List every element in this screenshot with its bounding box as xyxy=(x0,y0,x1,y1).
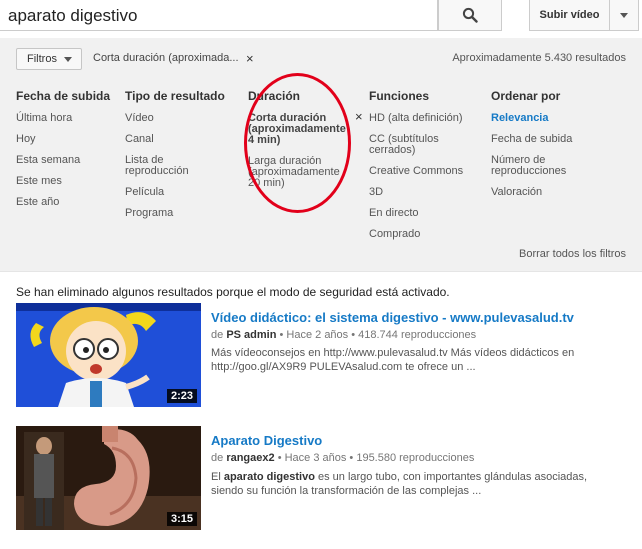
video-description: El aparato digestivo es un largo tubo, c… xyxy=(211,470,621,498)
filter-option[interactable]: Valoración xyxy=(491,187,611,198)
view-count: 195.580 reproducciones xyxy=(356,452,475,464)
description-line: http://goo.gl/AX9R9 PULEVAsalud.com te o… xyxy=(211,361,476,373)
clear-all-filters-link[interactable]: Borrar todos los filtros xyxy=(519,248,626,260)
safety-notice: Se han eliminado algunos resultados porq… xyxy=(16,285,450,299)
filter-option[interactable]: Este año xyxy=(16,197,121,208)
filter-column-title: Ordenar por xyxy=(491,89,561,103)
upload-menu-button[interactable] xyxy=(609,0,639,31)
channel-link[interactable]: rangaex2 xyxy=(226,452,274,464)
filter-option[interactable]: En directo xyxy=(369,208,479,219)
filter-option[interactable]: Canal xyxy=(125,134,235,145)
filter-option[interactable]: 3D xyxy=(369,187,479,198)
video-meta: de PS admin • Hace 2 años • 418.744 repr… xyxy=(211,329,476,341)
video-description: Más vídeoconsejos en http://www.pulevasa… xyxy=(211,346,621,374)
chevron-down-icon xyxy=(63,56,72,62)
filter-option[interactable]: Este mes xyxy=(16,176,121,187)
filter-option[interactable]: Vídeo xyxy=(125,113,235,124)
video-age: • Hace 2 años • xyxy=(279,329,356,341)
filter-option[interactable]: Película xyxy=(125,187,235,198)
top-bar: aparato digestivo Subir vídeo xyxy=(0,0,642,38)
by-label: de xyxy=(211,452,224,464)
view-count: 418.744 reproducciones xyxy=(358,329,477,341)
filter-column-sort: Ordenar por Relevancia Fecha de subida N… xyxy=(491,89,611,208)
video-title-link[interactable]: Aparato Digestivo xyxy=(211,433,322,448)
video-meta: de rangaex2 • Hace 3 años • 195.580 repr… xyxy=(211,452,474,464)
caret-down-icon xyxy=(620,12,628,18)
description-line: Más vídeoconsejos en http://www.pulevasa… xyxy=(211,347,575,359)
filter-option-selected[interactable]: Relevancia xyxy=(491,113,611,124)
filter-column-result-type: Tipo de resultado Vídeo Canal Lista de r… xyxy=(125,89,235,229)
upload-video-button[interactable]: Subir vídeo xyxy=(529,0,610,31)
by-label: de xyxy=(211,329,224,341)
video-thumbnail[interactable]: 3:15 xyxy=(16,426,201,530)
filter-option[interactable]: Creative Commons xyxy=(369,166,479,177)
filter-column-features: Funciones HD (alta definición) CC (subtí… xyxy=(369,89,479,250)
filter-option[interactable]: CC (subtítulos cerrados) xyxy=(369,134,451,156)
filters-button-label: Filtros xyxy=(27,53,57,65)
filter-column-title: Funciones xyxy=(369,89,430,103)
description-text: El xyxy=(211,471,221,483)
result-count: Aproximadamente 5.430 resultados xyxy=(452,52,626,64)
video-age: • Hace 3 años • xyxy=(277,452,354,464)
channel-link[interactable]: PS admin xyxy=(226,329,276,341)
filter-column-title: Fecha de subida xyxy=(16,89,111,103)
video-thumbnail[interactable]: 2:23 xyxy=(16,303,201,407)
filter-option[interactable]: Última hora xyxy=(16,113,121,124)
filter-option[interactable]: Comprado xyxy=(369,229,479,240)
filter-column-upload-date: Fecha de subida Última hora Hoy Esta sem… xyxy=(16,89,121,218)
filter-option[interactable]: HD (alta definición) xyxy=(369,113,479,124)
filter-option[interactable]: Fecha de subida xyxy=(491,134,611,145)
video-title-link[interactable]: Vídeo didáctico: el sistema digestivo - … xyxy=(211,310,574,325)
search-button[interactable] xyxy=(438,0,502,31)
active-filter-chip: Corta duración (aproximada... xyxy=(93,52,239,64)
description-highlight: aparato digestivo xyxy=(223,471,315,483)
filter-option[interactable]: Número de reproducciones xyxy=(491,155,571,177)
filter-column-title: Tipo de resultado xyxy=(125,89,225,103)
filter-option[interactable]: Lista de reproducción xyxy=(125,155,197,177)
video-duration: 2:23 xyxy=(166,389,197,403)
close-icon[interactable]: × xyxy=(246,51,254,66)
filter-option[interactable]: Hoy xyxy=(16,134,121,145)
filters-button[interactable]: Filtros xyxy=(16,48,82,70)
search-icon xyxy=(462,7,478,23)
filter-option[interactable]: Esta semana xyxy=(16,155,121,166)
video-duration: 3:15 xyxy=(166,512,197,526)
search-input[interactable]: aparato digestivo xyxy=(0,0,438,31)
remove-filter-icon[interactable]: × xyxy=(355,109,363,124)
filter-option[interactable]: Programa xyxy=(125,208,235,219)
highlight-circle xyxy=(244,73,351,213)
